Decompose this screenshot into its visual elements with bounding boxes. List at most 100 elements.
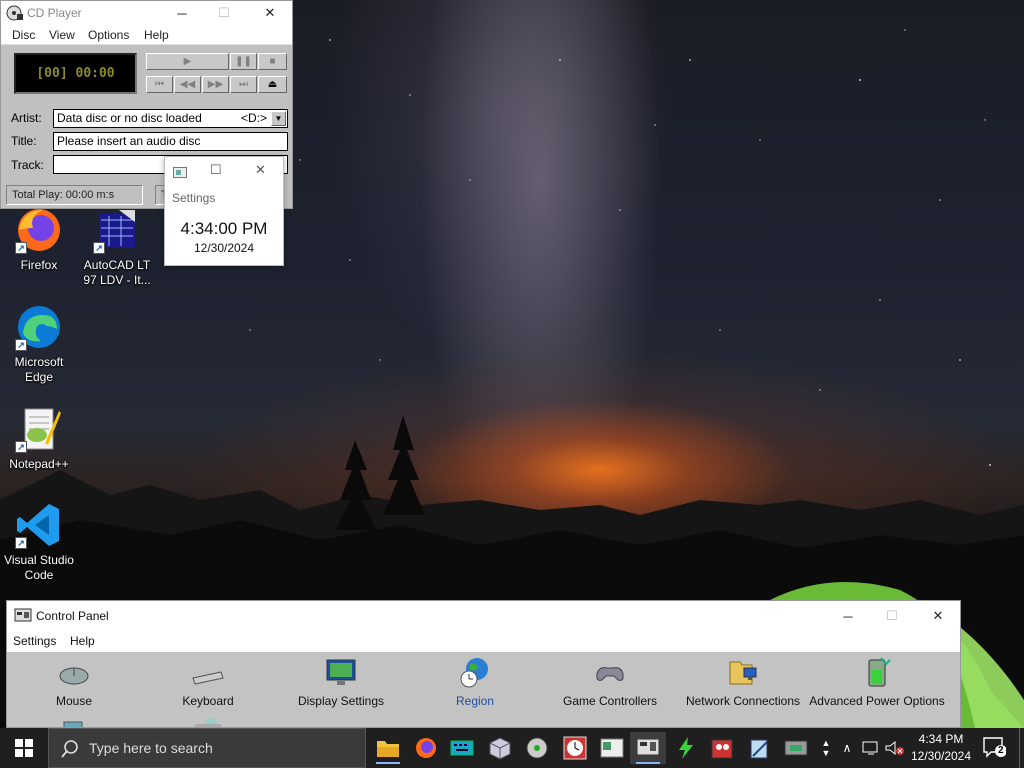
taskbar-window-app[interactable] bbox=[594, 732, 630, 764]
search-placeholder: Type here to search bbox=[89, 740, 213, 756]
item-label: Display Settings bbox=[297, 694, 385, 708]
next-track-button[interactable]: ⏭ bbox=[230, 76, 257, 93]
maximize-button[interactable]: ☐ bbox=[210, 162, 222, 178]
chevron-up-icon: ▲ bbox=[821, 738, 831, 748]
window-icon bbox=[600, 738, 624, 758]
title-field[interactable]: Please insert an audio disc bbox=[53, 132, 288, 151]
mouse-icon bbox=[57, 656, 91, 690]
taskbar-power-app[interactable] bbox=[668, 732, 704, 764]
desktop-icon-edge[interactable]: ↗ Microsoft Edge bbox=[1, 303, 77, 385]
lightning-icon bbox=[679, 737, 693, 759]
item-label: Game Controllers bbox=[562, 694, 658, 708]
previous-track-icon: ⏮ bbox=[155, 79, 164, 90]
taskbar-clock-app[interactable] bbox=[557, 732, 593, 764]
item-label: Keyboard bbox=[182, 694, 234, 708]
notification-center-button[interactable]: 2 bbox=[982, 736, 1007, 758]
control-panel-item-network[interactable]: Network Connections bbox=[673, 656, 813, 708]
previous-track-button[interactable]: ⏮ bbox=[146, 76, 173, 93]
play-icon: ▶ bbox=[183, 56, 192, 67]
desktop-icon-autocad[interactable]: ↗ AutoCAD LT 97 LDV - It... bbox=[79, 206, 155, 288]
menu-settings[interactable]: Settings bbox=[13, 634, 56, 648]
running-indicator bbox=[376, 762, 400, 764]
taskbar-control-panel[interactable] bbox=[630, 732, 666, 764]
desktop-icon-label: Visual Studio Code bbox=[4, 553, 74, 582]
menu-view[interactable]: View bbox=[49, 28, 75, 42]
control-panel-item-region[interactable]: Region bbox=[405, 656, 545, 708]
minimize-button[interactable]: ─ bbox=[825, 604, 871, 628]
maximize-icon: ☐ bbox=[218, 5, 230, 20]
menu-help[interactable]: Help bbox=[70, 634, 95, 648]
play-button[interactable]: ▶ bbox=[146, 53, 229, 70]
control-panel-item-display[interactable]: Display Settings bbox=[271, 656, 411, 708]
control-panel-item-keyboard[interactable]: Keyboard bbox=[138, 656, 278, 708]
taskbar-media-app[interactable] bbox=[519, 732, 555, 764]
notification-count: 2 bbox=[998, 745, 1004, 756]
clock-time: 4:34 PM bbox=[918, 732, 964, 746]
show-hidden-icons-button[interactable]: ∧ bbox=[838, 728, 856, 768]
control-panel-icon bbox=[636, 738, 660, 756]
menu-disc[interactable]: Disc bbox=[12, 28, 35, 42]
network-tray-button[interactable] bbox=[860, 728, 882, 768]
cd-player-app-icon bbox=[6, 5, 23, 21]
taskbar-clock[interactable]: 4:34 PM 12/30/2024 bbox=[910, 731, 972, 765]
eject-button[interactable]: ⏏ bbox=[258, 76, 287, 93]
desktop-icon-vscode[interactable]: ↗ Visual Studio Code bbox=[1, 501, 77, 583]
computer-icon bbox=[784, 740, 808, 756]
pause-button[interactable]: ❚❚ bbox=[230, 53, 257, 70]
menu-options[interactable]: Options bbox=[88, 28, 129, 42]
taskbar-3d-app[interactable] bbox=[482, 732, 518, 764]
minimize-button[interactable]: ─ bbox=[159, 1, 205, 25]
fast-forward-button[interactable]: ▶▶ bbox=[202, 76, 229, 93]
menu-help[interactable]: Help bbox=[144, 28, 169, 42]
desktop-icon-firefox[interactable]: ↗ Firefox bbox=[1, 206, 77, 273]
taskbar-printer-app[interactable] bbox=[778, 732, 814, 764]
close-button[interactable]: ✕ bbox=[247, 1, 293, 25]
item-label: Network Connections bbox=[685, 694, 801, 708]
gamepad-icon bbox=[593, 656, 627, 690]
close-button[interactable]: ✕ bbox=[915, 604, 960, 628]
chevron-down-icon[interactable]: ▼ bbox=[271, 111, 286, 126]
maximize-button[interactable]: ☐ bbox=[201, 1, 247, 25]
maximize-button[interactable]: ☐ bbox=[869, 604, 915, 628]
network-monitor-icon bbox=[862, 741, 878, 755]
item-label: Advanced Power Options bbox=[809, 694, 945, 708]
artist-dropdown[interactable]: Data disc or no disc loaded <D:> ▼ bbox=[53, 109, 288, 128]
disc-icon bbox=[526, 737, 548, 759]
stop-button[interactable]: ■ bbox=[258, 53, 287, 70]
alarm-clock-icon bbox=[563, 736, 587, 760]
close-button[interactable]: ✕ bbox=[255, 162, 266, 178]
desktop-icon-label: Firefox bbox=[20, 258, 58, 272]
cd-player-menubar: Disc View Options Help bbox=[1, 25, 292, 45]
desktop-icon-notepadpp[interactable]: ↗ Notepad++ bbox=[1, 405, 77, 472]
cd-time-display: [00] 00:00 bbox=[14, 53, 137, 94]
network-icon bbox=[726, 656, 760, 690]
cd-player-title: CD Player bbox=[27, 6, 82, 20]
taskbar-people-app[interactable] bbox=[704, 732, 740, 764]
volume-tray-button[interactable] bbox=[884, 728, 906, 768]
clock-date: 12/30/2024 bbox=[910, 749, 972, 763]
close-icon: ✕ bbox=[264, 5, 276, 20]
vscode-icon: ↗ bbox=[15, 501, 63, 549]
taskbar-search-box[interactable]: Type here to search bbox=[48, 728, 366, 768]
show-desktop-button[interactable] bbox=[1019, 728, 1020, 768]
control-panel-titlebar[interactable]: Control Panel ─ ☐ ✕ bbox=[7, 601, 960, 630]
contacts-icon bbox=[711, 739, 733, 759]
taskbar-notes-app[interactable] bbox=[741, 732, 777, 764]
control-panel-item-mouse[interactable]: Mouse bbox=[7, 656, 144, 708]
artist-label: Artist: bbox=[11, 111, 42, 125]
taskbar-file-explorer[interactable] bbox=[370, 732, 406, 764]
stop-icon: ■ bbox=[269, 56, 276, 67]
start-button[interactable] bbox=[0, 728, 48, 768]
cd-player-titlebar[interactable]: CD Player ─ ☐ ✕ bbox=[1, 1, 292, 25]
autocad-icon: ↗ bbox=[93, 206, 141, 254]
title-label: Title: bbox=[11, 134, 37, 148]
rewind-button[interactable]: ◀◀ bbox=[174, 76, 201, 93]
control-panel-item-power[interactable]: Advanced Power Options bbox=[807, 656, 947, 708]
control-panel-app-icon bbox=[14, 608, 32, 622]
taskbar-scroll-arrows[interactable]: ▲ ▼ bbox=[818, 728, 834, 768]
folder-icon bbox=[377, 741, 399, 757]
taskbar-keyboard-app[interactable] bbox=[444, 732, 480, 764]
control-panel-item-game-controllers[interactable]: Game Controllers bbox=[540, 656, 680, 708]
rewind-icon: ◀◀ bbox=[179, 79, 196, 90]
taskbar-firefox[interactable] bbox=[408, 732, 444, 764]
